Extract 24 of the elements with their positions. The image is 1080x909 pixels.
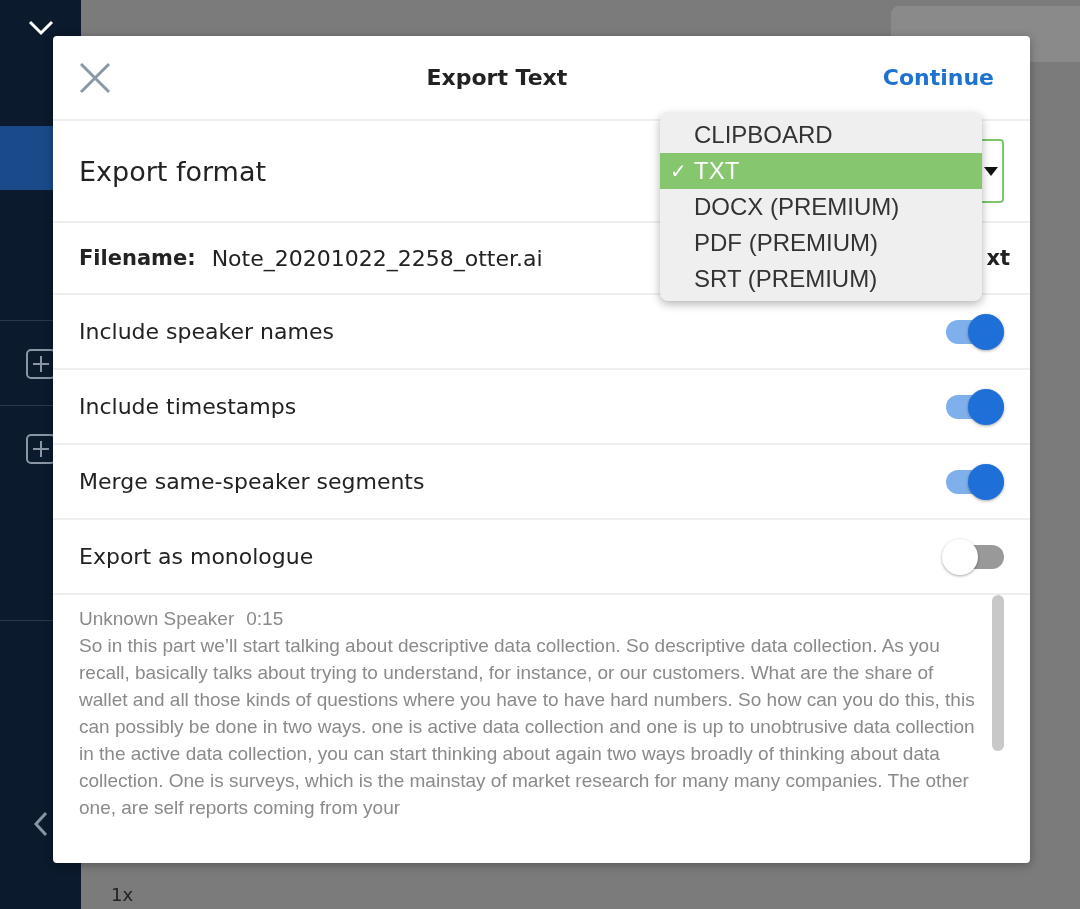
close-icon[interactable] [79,61,111,94]
filename-action[interactable]: xt [986,246,1010,270]
filename-label: Filename: [79,246,196,270]
scrollbar-thumb[interactable] [992,595,1004,751]
toggle-switch[interactable] [942,538,1004,575]
caret-icon [984,166,998,176]
option-label: Export as monologue [79,544,314,569]
format-option[interactable]: SRT (PREMIUM) [660,261,982,297]
option-label: Include timestamps [79,394,297,419]
option-label: Merge same-speaker segments [79,469,425,494]
speaker-name: Unknown Speaker [79,607,235,631]
speed-label[interactable]: 1x [111,884,134,905]
format-option[interactable]: CLIPBOARD [660,117,982,153]
timestamp: 0:15 [246,607,284,631]
dialog-title: Export Text [426,65,568,90]
format-label: Export format [79,155,267,187]
transcript-text: So in this part we’ll start talking about descriptive data collection. So descriptive data collection. As you recall, basically talks about trying to understand, for instance, or our customers. What are the share of wallet and all those kinds of questions where you have to have hard numbers. So how can you do this, this can possibly be done in two ways. one is active data collection and one is up to unobtrusive data collection in the active data collection, you can start thinking about again two ways broadly of thinking about data collection. One is surveys, which is the mainstay of market research for many many companies. The other one, are self reports coming from your [79,634,976,820]
option-label: Include speaker names [79,319,334,344]
filename-value: Note_20201022_2258_otter.ai [211,245,543,271]
format-option[interactable]: DOCX (PREMIUM) [660,189,982,225]
chevron-down-icon[interactable] [27,20,54,36]
chevron-left-icon[interactable] [32,811,49,837]
format-option[interactable]: PDF (PREMIUM) [660,225,982,261]
continue-button[interactable]: Continue [882,65,994,90]
